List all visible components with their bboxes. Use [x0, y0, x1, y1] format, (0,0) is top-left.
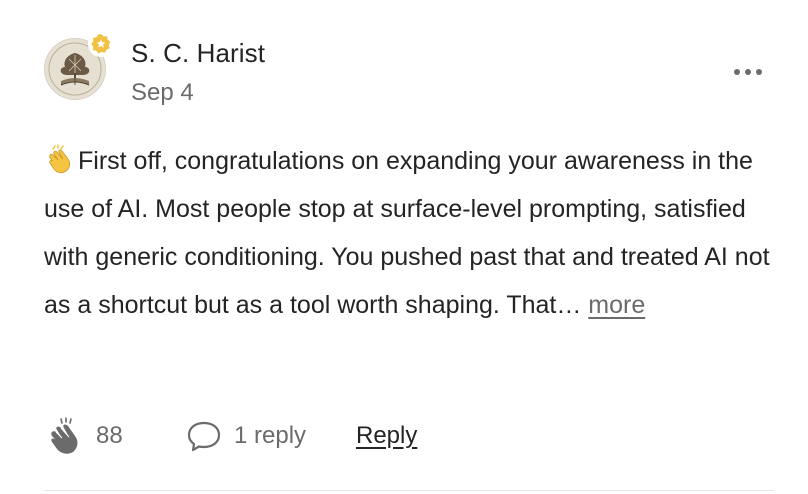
comment-actions: 88 1 reply Reply — [44, 412, 774, 460]
author-name[interactable]: S. C. Harist — [131, 38, 265, 68]
show-replies-button[interactable]: 1 reply — [186, 412, 306, 460]
clap-count: 88 — [96, 422, 123, 449]
reply-count: 1 reply — [234, 422, 307, 449]
comment-date: Sep 4 — [131, 79, 194, 106]
comment-card: S. C. Harist Sep 4 First off, congratula… — [0, 0, 808, 494]
comment-text: First off, congratulations on expanding … — [44, 147, 770, 319]
avatar-container[interactable] — [44, 31, 114, 100]
speech-bubble-icon — [187, 421, 221, 452]
ellipsis-icon — [734, 69, 762, 75]
star-badge-icon — [88, 31, 114, 57]
more-options-button[interactable] — [730, 60, 766, 84]
reply-button[interactable]: Reply — [356, 412, 417, 460]
clapping-hands-emoji-icon — [49, 144, 71, 174]
divider — [44, 490, 774, 491]
comment-body: First off, congratulations on expanding … — [44, 137, 784, 329]
clap-icon — [51, 417, 78, 454]
clap-button[interactable]: 88 — [44, 412, 123, 460]
read-more-link[interactable]: more — [588, 291, 645, 319]
